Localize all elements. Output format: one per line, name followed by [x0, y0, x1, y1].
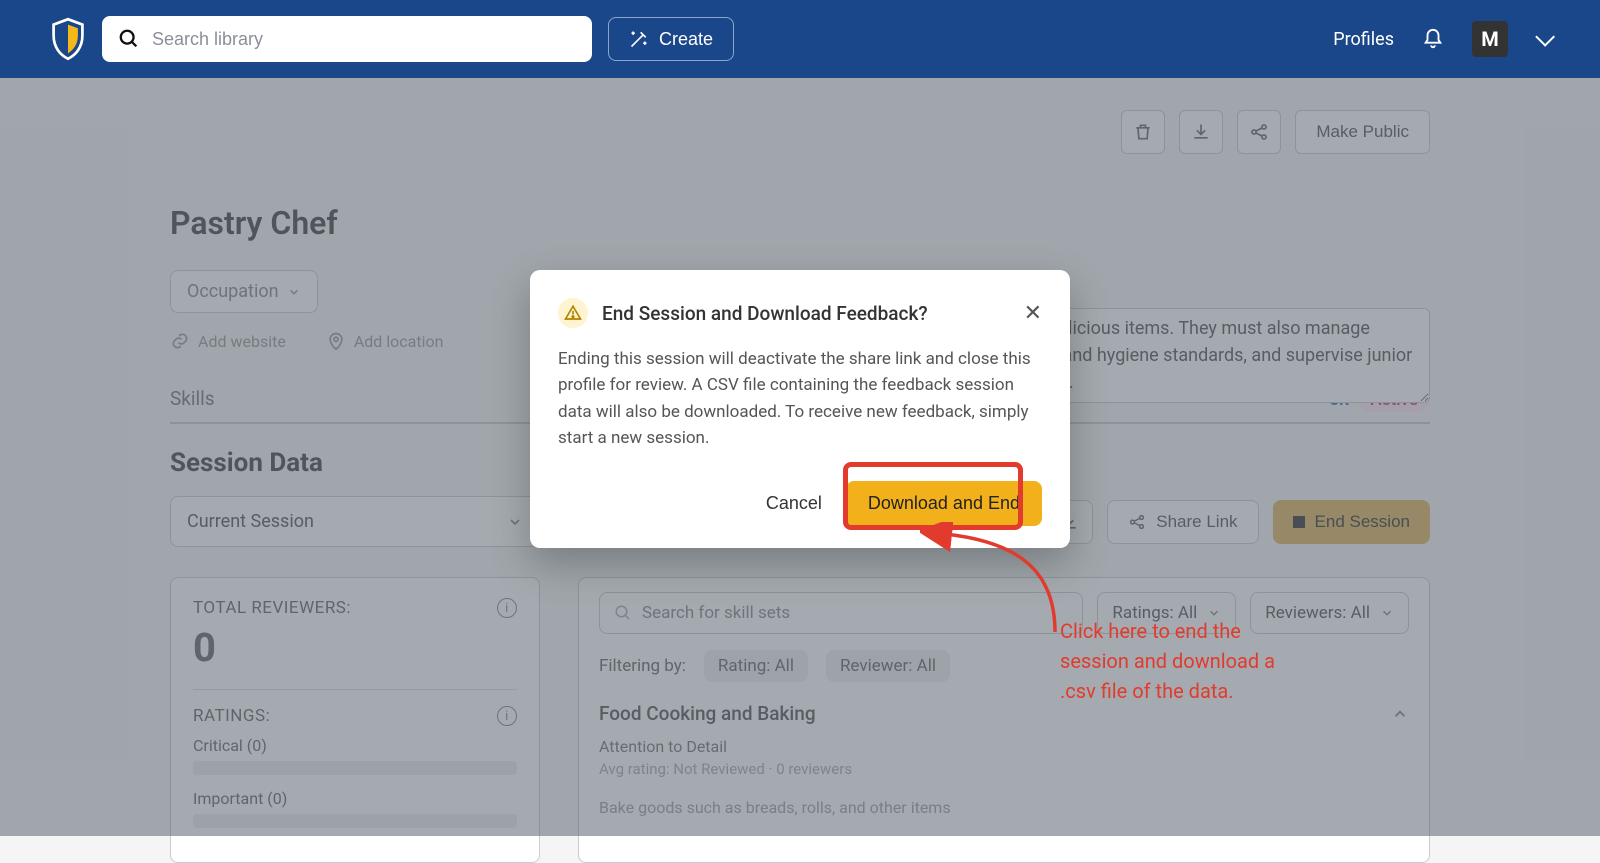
modal-body: Ending this session will deactivate the …: [558, 346, 1042, 451]
create-label: Create: [659, 29, 713, 50]
annotation-text: Click here to end the session and downlo…: [1060, 616, 1280, 706]
close-icon[interactable]: ✕: [1024, 301, 1042, 326]
app-header: Create Profiles M: [0, 0, 1600, 78]
download-and-end-button[interactable]: Download and End: [846, 481, 1042, 526]
bell-icon[interactable]: [1422, 28, 1444, 50]
logo-icon: [50, 17, 86, 61]
chevron-down-icon[interactable]: [1535, 27, 1555, 47]
modal-title: End Session and Download Feedback?: [602, 302, 1010, 325]
end-session-modal: End Session and Download Feedback? ✕ End…: [530, 270, 1070, 548]
cancel-button[interactable]: Cancel: [766, 493, 822, 514]
nav-profiles[interactable]: Profiles: [1333, 29, 1394, 50]
avatar[interactable]: M: [1472, 21, 1508, 57]
search-input[interactable]: [152, 29, 576, 50]
search-icon: [118, 28, 140, 50]
search-input-container[interactable]: [102, 16, 592, 62]
warning-icon: [558, 298, 588, 328]
wand-icon: [629, 29, 649, 49]
create-button[interactable]: Create: [608, 17, 734, 61]
header-right: Profiles M: [1333, 21, 1550, 57]
